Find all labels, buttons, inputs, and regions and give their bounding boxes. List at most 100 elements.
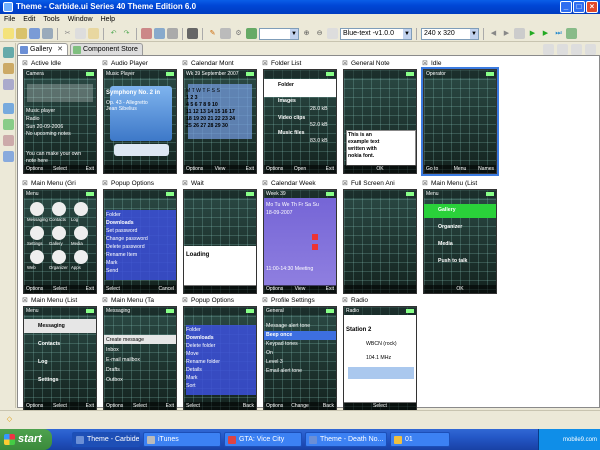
component-icon[interactable]	[3, 119, 14, 130]
phone-screen-preview[interactable]: Music Player Symphony No. 2 in Op. 43 - A…	[103, 69, 177, 174]
redo-icon[interactable]: ↷	[121, 28, 132, 39]
theme-thumbnail[interactable]: ⊠ Popup Options Folder Downloads Delete fol…	[181, 296, 259, 413]
maximize-view-icon[interactable]	[585, 43, 596, 55]
theme-thumbnail[interactable]: ⊠ Full Screen Ani	[341, 179, 419, 296]
navigator-icon[interactable]	[3, 47, 14, 58]
theme-thumbnail[interactable]: ⊠ Profile Settings General Message alert …	[261, 296, 339, 413]
tool-icon[interactable]	[514, 28, 525, 39]
resources-icon[interactable]	[3, 63, 14, 74]
phone-screen-preview[interactable]: Messaging Create message Inbox E-mail mail…	[103, 306, 177, 411]
open-icon[interactable]	[16, 28, 27, 39]
title-bar[interactable]: Theme - Carbide.ui Series 40 Theme Editi…	[0, 0, 600, 14]
softkeys: Options Select Exit	[24, 285, 96, 293]
tab-component-store[interactable]: Component Store	[70, 43, 143, 55]
theme-thumbnail[interactable]: ⊠ Main Menu (List Menu Gallery Organizer Me…	[421, 179, 499, 296]
maximize-button[interactable]: □	[573, 1, 585, 13]
forward-icon[interactable]: ▶	[501, 28, 512, 39]
component-icon: ⊠	[22, 297, 28, 304]
phone-screen-preview[interactable]: Menu Messaging Contacts Log Settings Gallery…	[23, 189, 97, 294]
tab-close-icon[interactable]: ✕	[57, 46, 63, 53]
properties-icon[interactable]	[3, 151, 14, 162]
tab-gallery[interactable]: Gallery ✕	[17, 43, 69, 55]
menu-tools[interactable]: Tools	[43, 14, 59, 26]
phone-screen-preview[interactable]: Operator Go to Menu Names	[421, 67, 499, 176]
outline-icon[interactable]	[3, 103, 14, 114]
theme-thumbnail[interactable]: ⊠ Radio Radio Station 2 WBCN (rock) 104.1 M…	[341, 296, 419, 413]
layers-icon[interactable]	[3, 135, 14, 146]
taskbar-button[interactable]: Theme - Death No...	[305, 432, 387, 447]
theme-thumbnail[interactable]: ⊠ Idle Operator Go to Menu Names	[421, 59, 499, 176]
component-icon: ⊠	[262, 297, 268, 304]
build-icon[interactable]	[220, 28, 231, 39]
minimize-button[interactable]: _	[560, 1, 572, 13]
run-next-icon[interactable]: ▶	[540, 28, 551, 39]
save-all-icon[interactable]	[42, 28, 53, 39]
run-icon[interactable]: ▶	[527, 28, 538, 39]
tab-component-store-label: Component Store	[83, 46, 138, 53]
taskbar-button[interactable]: 01	[390, 432, 450, 447]
theme-thumbnail[interactable]: ⊠ Main Menu (Gri Menu Messaging Contacts Lo…	[21, 179, 99, 296]
tree-icon[interactable]	[3, 79, 14, 90]
window-icon[interactable]	[566, 28, 577, 39]
view-menu-icon[interactable]	[543, 43, 554, 55]
phone-screen-preview[interactable]: Week 39 Mo Tu We Th Fr Sa Su 18-09-2007 11…	[263, 189, 337, 294]
taskbar-button[interactable]: iTunes	[143, 432, 221, 447]
menu-edit[interactable]: Edit	[23, 14, 35, 26]
tip-icon[interactable]: ◇	[4, 414, 15, 425]
preview-icon[interactable]	[187, 28, 198, 39]
taskbar-button[interactable]: GTA: Vice City	[224, 432, 302, 447]
phone-screen-preview[interactable]: Camera Music player Radio Sun 20-09-2006 No…	[23, 69, 97, 174]
theme-thumbnail[interactable]: ⊠ Active Idle Camera Music player Radio Sun…	[21, 59, 99, 176]
phone-screen-preview[interactable]: Folder Downloads Set password Change passwo…	[103, 189, 177, 294]
save-icon[interactable]	[29, 28, 40, 39]
theme-thumbnail[interactable]: ⊠ Main Menu (Ta Messaging Create message I…	[101, 296, 179, 413]
phone-screen-preview[interactable]: Radio Station 2 WBCN (rock) 104.1 MHz Sele…	[343, 306, 417, 411]
minimize-view-icon[interactable]	[571, 43, 582, 55]
theme-thumbnail[interactable]: ⊠ General Note This is an example text writ…	[341, 59, 419, 176]
new-icon[interactable]	[3, 28, 14, 39]
back-icon[interactable]: ◀	[488, 28, 499, 39]
theme-thumbnail[interactable]: ⊠ Wait Loading	[181, 179, 259, 296]
refresh-icon[interactable]	[246, 28, 257, 39]
zoom-out-icon[interactable]: ⊖	[314, 28, 325, 39]
phone-screen-preview[interactable]: This is an example text written with nokia …	[343, 69, 417, 174]
phone-screen-preview[interactable]: Folder 27.0 kB Images 28.0 kB Video clips 52.…	[263, 69, 337, 174]
wizard-icon[interactable]: ✎	[207, 28, 218, 39]
phone-screen-preview[interactable]	[343, 189, 417, 294]
left-toolbar	[0, 43, 16, 408]
menu-help[interactable]: Help	[101, 14, 115, 26]
theme-thumbnail[interactable]: ⊠ Calendar Mont Wk 39 September 2007 M T …	[181, 59, 259, 176]
theme-combo[interactable]: Blue-text -v1.0.0 ▼	[340, 27, 412, 40]
phone-screen-preview[interactable]: Menu Gallery Organizer Media Push to talk O…	[423, 189, 497, 294]
theme-thumbnail[interactable]: ⊠ Main Menu (List Menu Messaging Contacts L…	[21, 296, 99, 413]
export-icon[interactable]	[154, 28, 165, 39]
phone-screen-preview[interactable]: Folder Downloads Delete folder Move Rename f…	[183, 306, 257, 411]
zoom-in-icon[interactable]: ⊕	[301, 28, 312, 39]
resolution-combo[interactable]: 240 x 320 ▼	[421, 27, 479, 40]
settings-gear-icon[interactable]: ⚙	[233, 28, 244, 39]
theme-thumbnail[interactable]: ⊠ Folder List Folder 27.0 kB Images 28.0 kB V…	[261, 59, 339, 176]
undo-icon[interactable]: ↶	[108, 28, 119, 39]
phone-screen-preview[interactable]: Menu Messaging Contacts Log Settings Option…	[23, 306, 97, 411]
paste-icon[interactable]	[88, 28, 99, 39]
theme-thumbnail[interactable]: ⊠ Popup Options Folder Downloads Set passwo…	[101, 179, 179, 296]
theme-thumbnail[interactable]: ⊠ Audio Player Music Player Symphony No. …	[101, 59, 179, 176]
taskbar-button[interactable]: Theme - Carbide....	[72, 432, 140, 447]
phone-screen-preview[interactable]: General Message alert tone Beep once Keypa…	[263, 306, 337, 411]
phone-screen-preview[interactable]: Loading	[183, 189, 257, 294]
component-icon: ⊠	[182, 180, 188, 187]
fit-icon[interactable]	[327, 28, 338, 39]
copy-icon[interactable]	[75, 28, 86, 39]
grid-view-icon[interactable]	[557, 43, 568, 55]
close-button[interactable]: ×	[586, 1, 598, 13]
cut-icon[interactable]: ✂	[62, 28, 73, 39]
empty-combo[interactable]: ▼	[259, 27, 299, 40]
theme-thumbnail[interactable]: ⊠ Calendar Week Week 39 Mo Tu We Th Fr Sa…	[261, 179, 339, 296]
package-icon[interactable]	[167, 28, 178, 39]
step-icon[interactable]: ⏭	[553, 28, 564, 39]
phone-screen-preview[interactable]: Wk 39 September 2007 M T W T F S S1 2 34…	[183, 69, 257, 174]
import-icon[interactable]	[141, 28, 152, 39]
menu-file[interactable]: File	[4, 14, 15, 26]
start-button[interactable]: start	[0, 429, 52, 450]
menu-window[interactable]: Window	[68, 14, 93, 26]
